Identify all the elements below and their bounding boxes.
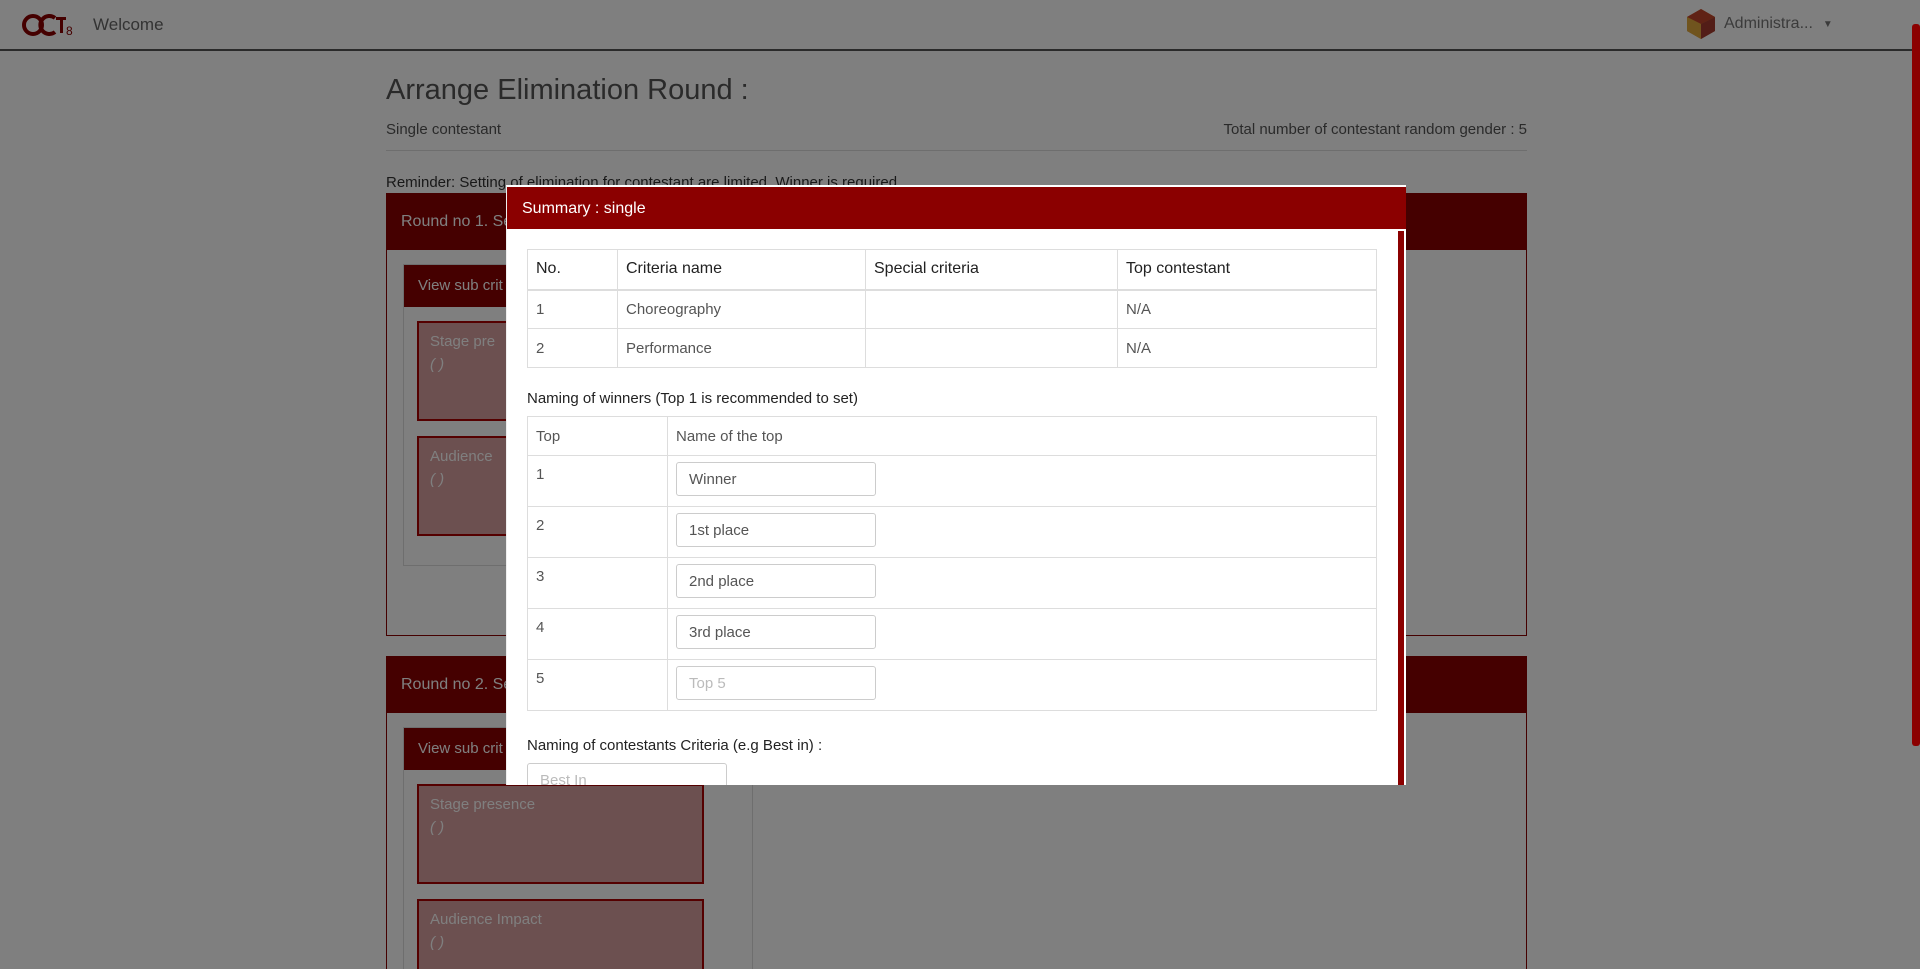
column-header: Special criteria [865, 249, 1118, 291]
summary-modal: Summary : single No. Criteria name Speci… [506, 185, 1406, 785]
top-number: 4 [527, 608, 668, 660]
winners-label: Naming of winners (Top 1 is recommended … [527, 390, 858, 407]
table-row: 1 Choreography N/A [527, 289, 1377, 329]
table-row: 2 Performance N/A [527, 328, 1377, 368]
top-number: 1 [527, 455, 668, 507]
table-row: 1 [527, 455, 1377, 507]
table-row: 2 [527, 506, 1377, 558]
top-name-input[interactable] [676, 666, 876, 700]
column-header: Top contestant [1117, 249, 1377, 291]
winners-table: Top Name of the top 1 2 3 4 [527, 416, 1377, 711]
table-cell: Choreography [617, 289, 866, 329]
modal-title: Summary : single [507, 187, 1406, 229]
column-header: Criteria name [617, 249, 866, 291]
top-name-input[interactable] [676, 615, 876, 649]
table-cell: 2 [527, 328, 618, 368]
table-cell: 1 [527, 289, 618, 329]
table-row: 4 [527, 608, 1377, 660]
table-row: 3 [527, 557, 1377, 609]
modal-scrollbar[interactable] [1398, 231, 1404, 785]
top-number: 5 [527, 659, 668, 711]
table-cell: Performance [617, 328, 866, 368]
page-scrollbar[interactable] [1912, 24, 1920, 746]
column-header: No. [527, 249, 618, 291]
top-number: 3 [527, 557, 668, 609]
criteria-table: No. Criteria name Special criteria Top c… [527, 249, 1377, 368]
contestants-criteria-label: Naming of contestants Criteria (e.g Best… [527, 737, 823, 754]
table-row: 5 [527, 659, 1377, 711]
column-header: Top [527, 416, 668, 456]
top-name-input[interactable] [676, 564, 876, 598]
table-cell [865, 289, 1118, 329]
table-cell: N/A [1117, 289, 1377, 329]
top-name-input[interactable] [676, 513, 876, 547]
best-in-input[interactable] [527, 763, 727, 785]
table-cell: N/A [1117, 328, 1377, 368]
top-number: 2 [527, 506, 668, 558]
table-cell [865, 328, 1118, 368]
top-name-input[interactable] [676, 462, 876, 496]
modal-body: No. Criteria name Special criteria Top c… [527, 249, 1377, 785]
column-header: Name of the top [667, 416, 1377, 456]
